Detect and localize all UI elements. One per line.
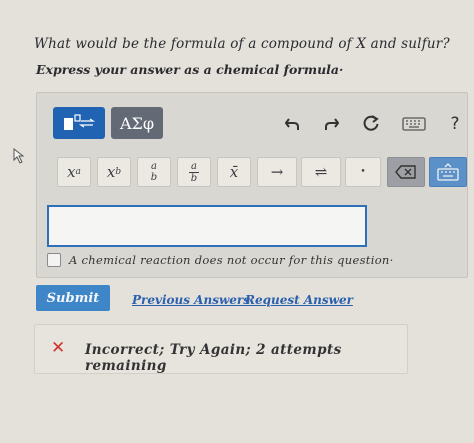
no-reaction-label: A chemical reaction does not occur for t…: [69, 253, 394, 267]
cursor-arrow-icon: [13, 148, 25, 164]
superscript-key[interactable]: xa: [57, 157, 91, 187]
redo-button[interactable]: [319, 113, 343, 135]
keyboard-toggle-icon: [437, 163, 459, 181]
template-icon: [64, 114, 96, 130]
previous-answers-link[interactable]: Previous Answers: [132, 293, 250, 307]
redo-icon: [325, 118, 339, 130]
help-icon: ?: [450, 114, 460, 134]
request-answer-link[interactable]: Request Answer: [245, 293, 353, 307]
help-button[interactable]: ?: [443, 113, 467, 135]
frac-den: b: [150, 172, 158, 183]
reset-button[interactable]: [359, 113, 383, 135]
keyboard-icon: [402, 117, 426, 131]
frac2-num: a: [191, 160, 197, 172]
answer-input[interactable]: [47, 205, 367, 247]
keyboard-shortcuts-button[interactable]: [399, 113, 429, 135]
equilibrium-arrow-key[interactable]: ⇌: [301, 157, 341, 187]
answer-editor: AΣφ ? x a x b a b a b x̄ → ⇌ • A chemica…: [36, 92, 468, 278]
fraction-key[interactable]: ab: [177, 157, 211, 187]
submit-button[interactable]: Submit: [36, 285, 110, 311]
frac-num: a: [151, 161, 157, 172]
undo-icon: [285, 118, 299, 130]
symbol-palette: xa xb ab ab x̄ → ⇌ •: [51, 157, 467, 189]
undo-button[interactable]: [281, 113, 305, 135]
backspace-key[interactable]: [387, 157, 425, 187]
incorrect-icon: ✕: [51, 338, 66, 358]
overline-key[interactable]: x̄: [217, 157, 251, 187]
editor-toolbar: AΣφ ?: [53, 107, 460, 141]
superscript-base: x: [67, 163, 76, 181]
dot-key[interactable]: •: [345, 157, 381, 187]
feedback-message: Incorrect; Try Again; 2 attempts remaini…: [85, 342, 342, 374]
question-text: What would be the formula of a compound …: [34, 36, 450, 52]
feedback-box: ✕ Incorrect; Try Again; 2 attempts remai…: [34, 324, 408, 374]
subscript-key[interactable]: xb: [97, 157, 131, 187]
template-button[interactable]: [53, 107, 105, 139]
backspace-icon: [395, 165, 416, 179]
greek-symbols-button[interactable]: AΣφ: [111, 107, 163, 139]
reset-icon: [363, 115, 379, 131]
superscript-exp: a: [75, 167, 81, 177]
instruction-text: Express your answer as a chemical formul…: [36, 62, 344, 77]
stacked-fraction-key[interactable]: ab: [137, 157, 171, 187]
subscript-base: x: [106, 163, 116, 181]
keyboard-toggle-key[interactable]: [429, 157, 467, 187]
no-reaction-option[interactable]: A chemical reaction does not occur for t…: [47, 253, 394, 267]
reaction-arrow-key[interactable]: →: [257, 157, 297, 187]
no-reaction-checkbox[interactable]: [47, 253, 61, 267]
subscript-index: b: [115, 167, 122, 177]
frac2-den: b: [190, 172, 198, 184]
